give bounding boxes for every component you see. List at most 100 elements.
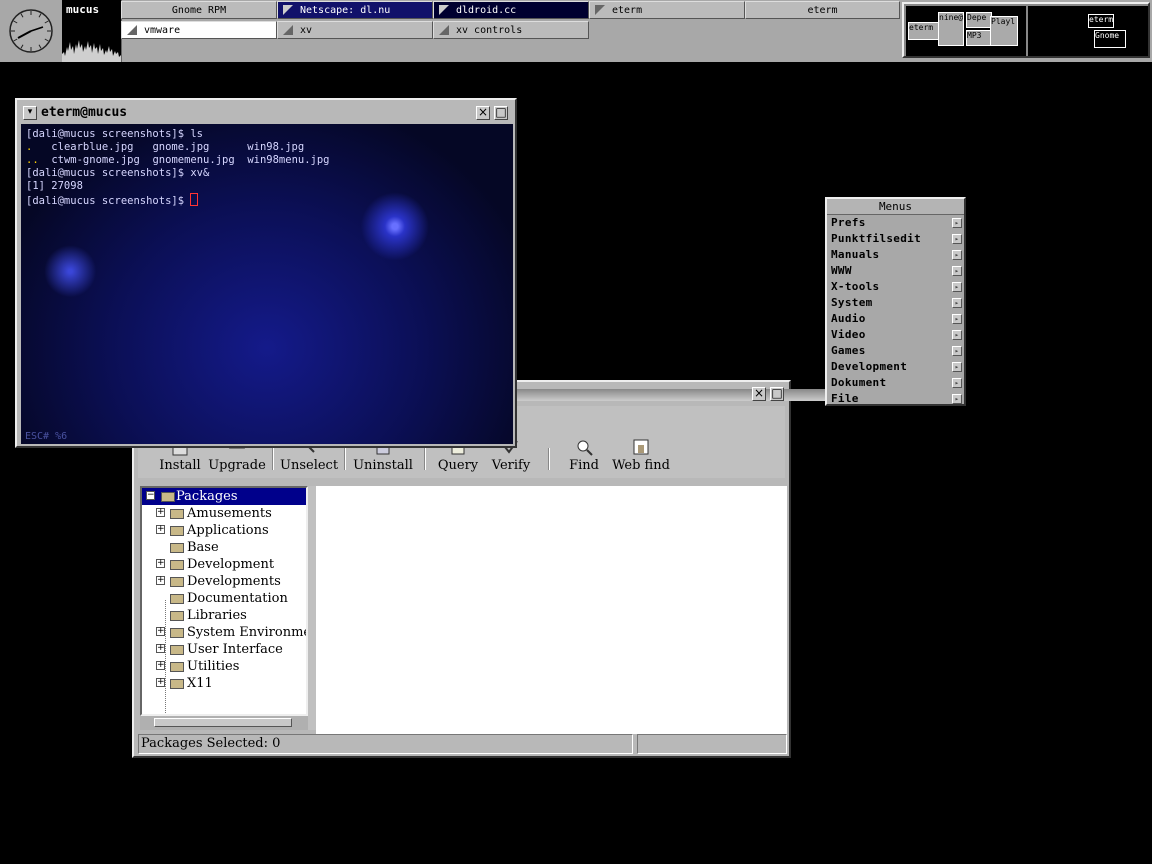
- expand-icon[interactable]: +: [156, 576, 165, 585]
- eterm-window[interactable]: ▾ eterm@mucus × □ [dali@mucus screenshot…: [15, 98, 517, 448]
- tree-item-applications[interactable]: + Applications: [142, 522, 306, 539]
- expand-icon[interactable]: +: [156, 508, 165, 517]
- task-label: dldroid.cc: [456, 5, 517, 16]
- tree-item-developments[interactable]: + Developments: [142, 573, 306, 590]
- scrollbar-thumb[interactable]: [154, 718, 292, 727]
- expand-icon[interactable]: +: [156, 525, 165, 534]
- terminal-output: [dali@mucus screenshots]$ ls . clearblue…: [26, 128, 330, 207]
- tree-horizontal-scrollbar[interactable]: [140, 716, 308, 730]
- pager-window: Depe: [966, 12, 992, 28]
- submenu-arrow-icon: ▸: [952, 250, 962, 260]
- web-find-icon: [633, 439, 649, 455]
- menu-item-dokument[interactable]: Dokument ▸: [831, 375, 962, 391]
- expand-icon[interactable]: +: [156, 559, 165, 568]
- tree-item-user-interface[interactable]: + User Interface: [142, 641, 306, 658]
- tree-item-libraries[interactable]: Libraries: [142, 607, 306, 624]
- submenu-arrow-icon: ▸: [952, 266, 962, 276]
- pager-window: nine@: [938, 12, 964, 46]
- submenu-arrow-icon: ▸: [952, 298, 962, 308]
- tree-item-documentation[interactable]: Documentation: [142, 590, 306, 607]
- toolbar-separator: [548, 448, 550, 470]
- load-monitor[interactable]: mucus: [62, 0, 122, 62]
- task-eterm-1[interactable]: eterm: [589, 1, 745, 19]
- folder-icon: [170, 526, 184, 536]
- pager-desktop-2[interactable]: eterm Gnome: [1028, 6, 1148, 56]
- folder-icon: [170, 594, 184, 604]
- close-button[interactable]: ×: [752, 387, 766, 401]
- task-label: xv controls: [456, 25, 523, 36]
- folder-icon: [170, 560, 184, 570]
- toolbar-separator: [424, 448, 426, 470]
- web-find-button[interactable]: Web find: [612, 430, 670, 478]
- menu-item-file[interactable]: File ▸: [831, 391, 962, 407]
- submenu-arrow-icon: ▸: [952, 378, 962, 388]
- task-vmware[interactable]: vmware: [121, 21, 277, 39]
- folder-icon: [170, 509, 184, 519]
- task-dldroid[interactable]: dldroid.cc: [433, 1, 589, 19]
- maximize-button[interactable]: □: [494, 106, 508, 120]
- tree-item-amusements[interactable]: + Amusements: [142, 505, 306, 522]
- submenu-arrow-icon: ▸: [952, 330, 962, 340]
- terminal-footer: ESC# %6: [25, 431, 68, 442]
- submenu-arrow-icon: ▸: [952, 234, 962, 244]
- task-xv-controls[interactable]: xv controls: [433, 21, 589, 39]
- folder-icon: [170, 577, 184, 587]
- menu-item-prefs[interactable]: Prefs ▸: [831, 215, 962, 231]
- hostname-label: mucus: [66, 3, 100, 16]
- tree-item-x11[interactable]: + X11: [142, 675, 306, 692]
- window-icon: [439, 25, 449, 35]
- submenu-arrow-icon: ▸: [952, 314, 962, 324]
- pager-window: MP3: [966, 30, 992, 46]
- menu-item-audio[interactable]: Audio ▸: [831, 311, 962, 327]
- task-gnome-rpm[interactable]: Gnome RPM: [121, 1, 277, 19]
- task-xv[interactable]: xv: [277, 21, 433, 39]
- tree-root-packages[interactable]: − Packages: [142, 488, 306, 505]
- task-eterm-2[interactable]: eterm: [745, 1, 900, 19]
- clock-applet[interactable]: [0, 0, 63, 62]
- menu-item-games[interactable]: Games ▸: [831, 343, 962, 359]
- window-menu-button[interactable]: ▾: [23, 106, 37, 120]
- folder-icon: [170, 662, 184, 672]
- expand-icon[interactable]: +: [156, 627, 165, 636]
- folder-icon: [170, 543, 184, 553]
- menus-panel: Menus Prefs ▸ Punktfilsedit ▸ Manuals ▸ WWW…: [825, 197, 966, 406]
- package-list[interactable]: [316, 486, 787, 734]
- menu-item-video[interactable]: Video ▸: [831, 327, 962, 343]
- folder-icon: [170, 679, 184, 689]
- submenu-arrow-icon: ▸: [952, 218, 962, 228]
- menu-item-punktfilsedit[interactable]: Punktfilsedit ▸: [831, 231, 962, 247]
- menu-item-development[interactable]: Development ▸: [831, 359, 962, 375]
- window-title: eterm@mucus: [41, 105, 128, 120]
- terminal-area[interactable]: [dali@mucus screenshots]$ ls . clearblue…: [21, 124, 513, 444]
- pager-window: eterm: [908, 22, 942, 40]
- tree-item-development[interactable]: + Development: [142, 556, 306, 573]
- task-label: Netscape: dl.nu: [300, 5, 391, 16]
- expand-icon[interactable]: +: [156, 644, 165, 653]
- menu-item-www[interactable]: WWW ▸: [831, 263, 962, 279]
- tree-item-system-environment[interactable]: + System Environment: [142, 624, 306, 641]
- pane-divider[interactable]: [308, 486, 316, 730]
- submenu-arrow-icon: ▸: [952, 282, 962, 292]
- magnifier-icon: [577, 440, 593, 456]
- tree-item-base[interactable]: Base: [142, 539, 306, 556]
- maximize-button[interactable]: □: [770, 387, 784, 401]
- menu-item-manuals[interactable]: Manuals ▸: [831, 247, 962, 263]
- submenu-arrow-icon: ▸: [952, 394, 962, 404]
- package-tree[interactable]: − Packages + Amusements + Applications B…: [140, 486, 308, 716]
- menu-item-system[interactable]: System ▸: [831, 295, 962, 311]
- expand-icon[interactable]: +: [156, 661, 165, 670]
- close-button[interactable]: ×: [476, 106, 490, 120]
- task-netscape[interactable]: Netscape: dl.nu: [277, 1, 433, 19]
- desktop-pager[interactable]: eterm nine@ Depe MP3 Playl eterm Gnome: [902, 2, 1150, 58]
- submenu-arrow-icon: ▸: [952, 362, 962, 372]
- menu-item-x-tools[interactable]: X-tools ▸: [831, 279, 962, 295]
- pager-desktop-1[interactable]: eterm nine@ Depe MP3 Playl: [906, 6, 1026, 56]
- folder-icon: [170, 628, 184, 638]
- expand-icon[interactable]: +: [156, 678, 165, 687]
- find-button[interactable]: Find: [564, 430, 604, 478]
- tree-item-utilities[interactable]: + Utilities: [142, 658, 306, 675]
- collapse-icon[interactable]: −: [146, 491, 155, 500]
- folder-icon: [170, 645, 184, 655]
- toolbar-separator: [272, 448, 274, 470]
- menus-title: Menus: [827, 199, 964, 215]
